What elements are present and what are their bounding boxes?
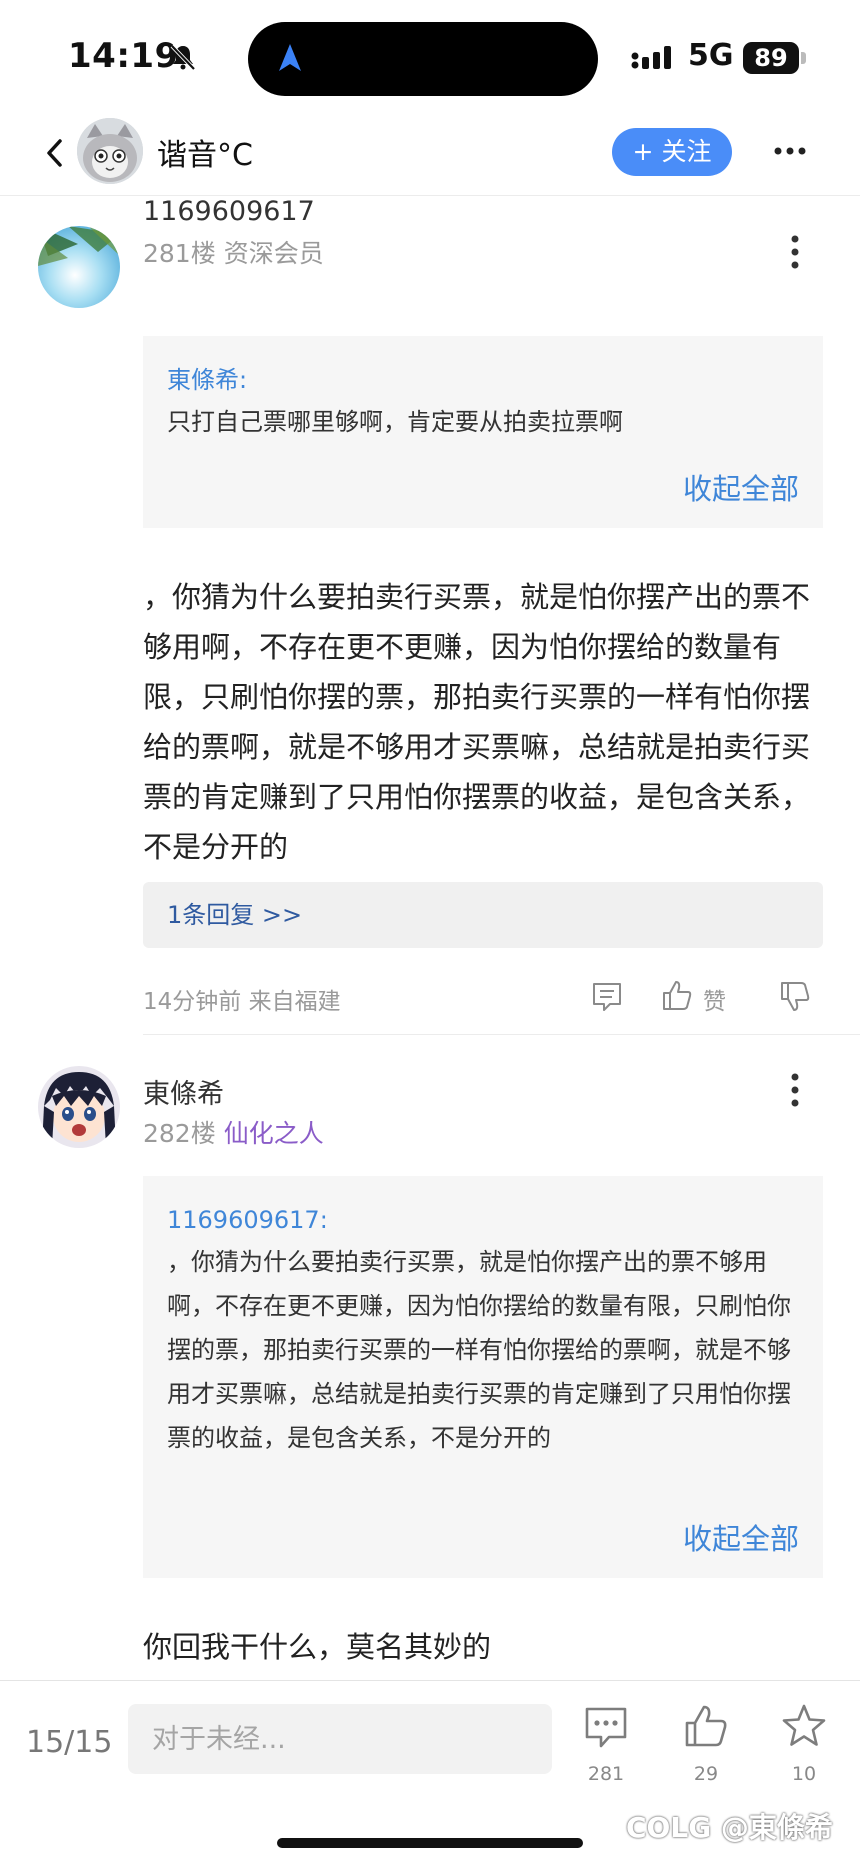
author-avatar[interactable]: [77, 118, 143, 184]
like-label[interactable]: 赞: [703, 982, 726, 1016]
collapse-all-link[interactable]: 收起全部: [683, 466, 799, 508]
status-time: 14:19: [68, 36, 179, 76]
like-count: 29: [693, 1763, 719, 1785]
floor-info: 282楼 仙化之人: [143, 1114, 324, 1150]
back-chevron-icon[interactable]: [40, 136, 70, 170]
user-avatar[interactable]: [38, 226, 120, 308]
network-type: 5G: [688, 38, 734, 73]
user-avatar[interactable]: [38, 1066, 120, 1148]
comment-count: 281: [587, 1763, 625, 1785]
more-vertical-icon[interactable]: [790, 1072, 800, 1108]
bell-muted-icon: [170, 44, 196, 71]
member-level: 资深会员: [223, 239, 324, 268]
replies-link[interactable]: 1条回复 >>: [143, 882, 823, 948]
thumbs-down-icon[interactable]: [778, 980, 812, 1014]
floor-info: 281楼 资深会员: [143, 234, 324, 270]
follow-button[interactable]: + 关注: [612, 128, 732, 176]
anime-avatar-icon: [38, 1066, 120, 1148]
comments-icon[interactable]: [583, 1705, 629, 1751]
quoted-reply: 東條希: 只打自己票哪里够啊，肯定要从拍卖拉票啊 收起全部: [143, 336, 823, 528]
star-count: 10: [791, 1763, 817, 1785]
top-nav: 谐音°C + 关注: [0, 112, 860, 196]
post-divider: [143, 1034, 860, 1035]
quote-text: 只打自己票哪里够啊，肯定要从拍卖拉票啊: [167, 408, 623, 436]
post-body: ，你猜为什么要拍卖行买票，就是怕你摆产出的票不够用啊，不存在更不更赚，因为怕你摆…: [143, 580, 811, 864]
watermark: COLG @東條希: [626, 1811, 833, 1844]
thumbs-up-icon[interactable]: [660, 978, 694, 1012]
quote-author[interactable]: 1169609617:: [167, 1200, 799, 1240]
more-horizontal-icon[interactable]: [773, 146, 807, 156]
floor-number: 281楼: [143, 239, 216, 268]
battery-cap: [801, 52, 806, 64]
post-meta: 14分钟前 来自福建: [143, 989, 341, 1015]
home-indicator[interactable]: [277, 1838, 583, 1848]
member-level: 仙化之人: [223, 1119, 324, 1148]
palm-avatar-icon: [38, 226, 120, 308]
status-bar: 14:19 5G 89: [0, 0, 860, 112]
star-icon[interactable]: [781, 1703, 827, 1749]
navigation-arrow-icon: [279, 44, 301, 71]
page-title: 谐音°C: [157, 138, 253, 173]
signal-icon: [631, 46, 671, 69]
collapse-all-link[interactable]: 收起全部: [683, 1516, 799, 1558]
floor-number: 282楼: [143, 1119, 216, 1148]
quoted-reply: 1169609617: ，你猜为什么要拍卖行买票，就是怕你摆产出的票不够用啊，不…: [143, 1176, 823, 1578]
reply-input[interactable]: [128, 1704, 552, 1774]
username[interactable]: 東條希: [143, 1072, 224, 1111]
post-body: 你回我干什么，莫名其妙的: [143, 1630, 492, 1664]
quote-text: ，你猜为什么要拍卖行买票，就是怕你摆产出的票不够用啊，不存在更不更赚，因为怕你摆…: [167, 1248, 791, 1452]
username[interactable]: 1169609617: [143, 196, 315, 227]
like-icon[interactable]: [683, 1703, 729, 1749]
comment-icon[interactable]: [590, 980, 624, 1014]
battery-level: 89: [743, 42, 799, 74]
cat-avatar-icon: [77, 118, 143, 184]
page-indicator[interactable]: 15/15: [26, 1725, 112, 1760]
quote-author[interactable]: 東條希:: [167, 360, 799, 400]
dynamic-island: [248, 22, 598, 96]
more-vertical-icon[interactable]: [790, 234, 800, 270]
